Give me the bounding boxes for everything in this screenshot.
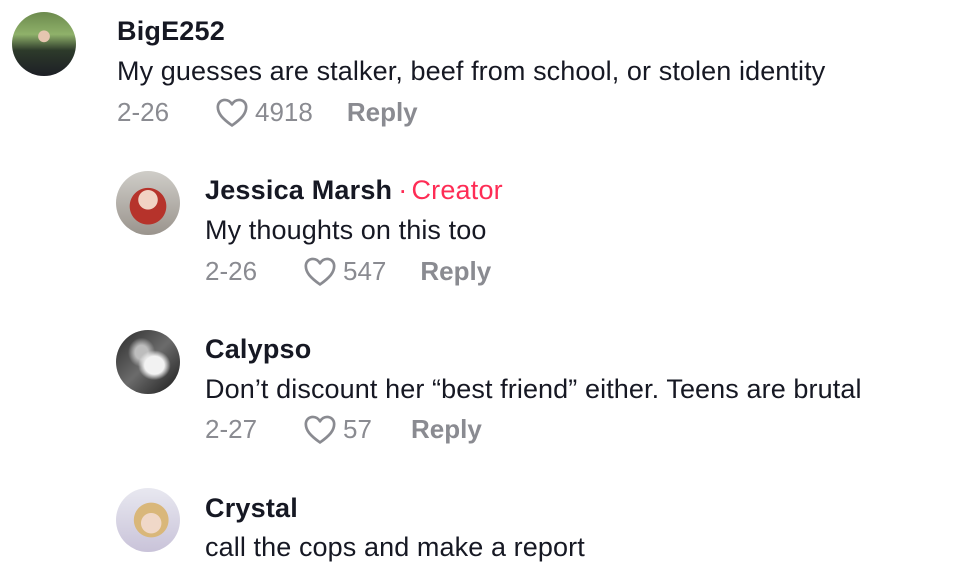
comment-username-row: Jessica Marsh · Creator [205, 175, 503, 206]
reply-button[interactable]: Reply [420, 256, 491, 287]
creator-badge: Creator [411, 175, 503, 205]
avatar[interactable] [116, 488, 180, 552]
avatar[interactable] [12, 12, 76, 76]
comment-meta: 2-26 547 Reply [205, 255, 491, 287]
comment-meta: 2-27 57 Reply [205, 413, 482, 445]
heart-icon [216, 98, 248, 127]
comment-text: call the cops and make a report [205, 532, 585, 562]
like-button[interactable]: 4918 [215, 96, 313, 128]
comment-text: My thoughts on this too [205, 215, 487, 245]
comment-date: 2-26 [205, 255, 258, 286]
heart-icon [304, 257, 336, 286]
comment-username[interactable]: Crystal [205, 493, 298, 524]
reply-button[interactable]: Reply [411, 414, 482, 445]
like-button[interactable]: 57 [303, 413, 377, 445]
like-count: 547 [343, 255, 387, 286]
like-count: 4918 [255, 96, 313, 127]
avatar[interactable] [116, 330, 180, 394]
comment-date: 2-27 [205, 413, 258, 444]
creator-dot: · [398, 175, 408, 205]
comment-date: 2-26 [117, 96, 170, 127]
comment-text: Don’t discount her “best friend” either.… [205, 374, 862, 404]
comment-text: My guesses are stalker, beef from school… [117, 56, 826, 86]
like-count: 57 [343, 413, 372, 444]
avatar[interactable] [116, 171, 180, 235]
comment-username[interactable]: BigE252 [117, 16, 225, 47]
heart-icon [304, 415, 336, 444]
reply-button[interactable]: Reply [347, 97, 418, 128]
comment-username[interactable]: Jessica Marsh [205, 175, 392, 205]
like-button[interactable]: 547 [303, 255, 386, 287]
comment-meta: 2-26 4918 Reply [117, 96, 418, 128]
comment-username[interactable]: Calypso [205, 334, 311, 365]
